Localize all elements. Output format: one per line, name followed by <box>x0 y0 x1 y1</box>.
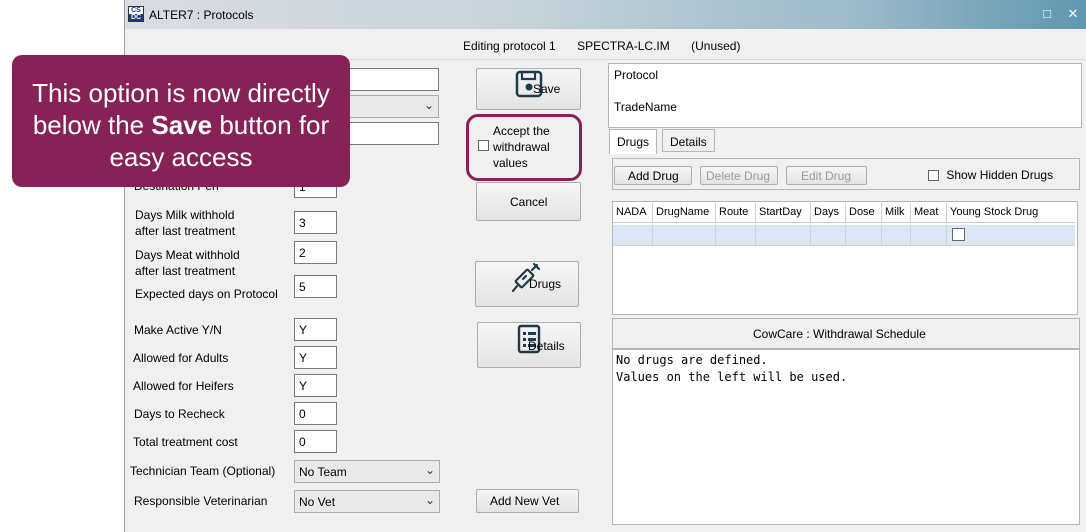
drug-toolbar: Add Drug Delete Drug Edit Drug Show Hidd… <box>612 158 1080 190</box>
app-icon: CS DC <box>128 6 144 22</box>
col-startday[interactable]: StartDay <box>756 203 811 223</box>
header-text: Editing protocol 1 SPECTRA-LC.IM (Unused… <box>463 39 758 53</box>
col-young-stock[interactable]: Young Stock Drug <box>947 203 1074 223</box>
col-nada[interactable]: NADA <box>613 203 653 223</box>
tradename-label: TradeName <box>614 100 677 114</box>
schedule-line-1: No drugs are defined. <box>616 353 768 367</box>
treatment-cost-input[interactable]: 0 <box>294 430 337 453</box>
maximize-icon[interactable]: □ <box>1039 6 1055 22</box>
treatment-cost-label: Total treatment cost <box>133 435 238 449</box>
meat-withhold-input[interactable]: 2 <box>294 241 337 264</box>
col-dose[interactable]: Dose <box>846 203 882 223</box>
protocol-label: Protocol <box>614 68 659 82</box>
tab-drugs[interactable]: Drugs <box>609 129 658 154</box>
add-new-vet-button[interactable]: Add New Vet <box>476 489 579 513</box>
veterinarian-label: Responsible Veterinarian <box>134 494 268 508</box>
veterinarian-select[interactable]: No Vet ⌄ <box>294 490 440 513</box>
meat-withhold-label: Days Meat withhold after last treatment <box>135 248 240 278</box>
cancel-button[interactable]: Cancel <box>476 182 581 221</box>
col-milk[interactable]: Milk <box>882 203 911 223</box>
days-recheck-input[interactable]: 0 <box>294 402 337 425</box>
delete-drug-button[interactable]: Delete Drug <box>700 166 778 185</box>
technician-team-label: Technician Team (Optional) <box>130 464 276 478</box>
callout-box: This option is now directly below the Sa… <box>12 55 350 187</box>
milk-withhold-input[interactable]: 3 <box>294 211 337 234</box>
allowed-adults-label: Allowed for Adults <box>133 351 229 365</box>
withdrawal-schedule-text: No drugs are defined. Values on the left… <box>612 349 1080 525</box>
window-title: ALTER7 : Protocols <box>149 8 254 22</box>
col-drugname[interactable]: DrugName <box>653 203 716 223</box>
accept-withdrawal-checkbox[interactable] <box>478 140 489 151</box>
schedule-title: CowCare : Withdrawal Schedule <box>753 327 926 341</box>
chevron-down-icon: ⌄ <box>424 463 435 477</box>
edit-drug-button[interactable]: Edit Drug <box>786 166 867 185</box>
chevron-down-icon: ⌄ <box>423 98 434 112</box>
show-hidden-drugs-control[interactable]: Show Hidden Drugs <box>928 167 1053 183</box>
technician-team-select[interactable]: No Team ⌄ <box>294 460 440 483</box>
schedule-line-2: Values on the left will be used. <box>616 370 848 384</box>
allowed-heifers-label: Allowed for Heifers <box>133 379 234 393</box>
col-route[interactable]: Route <box>716 203 756 223</box>
add-drug-button[interactable]: Add Drug <box>614 166 692 185</box>
title-bar: CS DC ALTER7 : Protocols □ ✕ <box>125 0 1086 29</box>
usage-status-label: (Unused) <box>691 39 741 53</box>
withdrawal-schedule-header: CowCare : Withdrawal Schedule <box>612 318 1080 349</box>
milk-withhold-label: Days Milk withhold after last treatment <box>135 208 236 238</box>
col-days[interactable]: Days <box>811 203 846 223</box>
editing-label: Editing protocol 1 <box>463 39 556 53</box>
drugs-button[interactable]: Drugs <box>475 261 579 307</box>
protocol-info-panel: Protocol TradeName <box>608 63 1082 128</box>
show-hidden-checkbox[interactable] <box>928 170 939 182</box>
drugs-grid-header: NADA DrugName Route StartDay Days Dose M… <box>613 203 1075 223</box>
chevron-down-icon: ⌄ <box>424 493 435 507</box>
expected-days-label: Expected days on Protocol <box>135 287 278 301</box>
allowed-adults-input[interactable]: Y <box>294 346 337 369</box>
save-button[interactable]: Save <box>476 68 581 110</box>
days-recheck-label: Days to Recheck <box>134 407 225 421</box>
close-icon[interactable]: ✕ <box>1065 6 1081 22</box>
young-stock-checkbox[interactable] <box>952 228 965 241</box>
details-button[interactable]: Details <box>477 322 581 368</box>
table-row[interactable] <box>613 225 1075 246</box>
make-active-label: Make Active Y/N <box>134 323 222 337</box>
expected-days-input[interactable]: 5 <box>294 275 337 298</box>
allowed-heifers-input[interactable]: Y <box>294 374 337 397</box>
make-active-input[interactable]: Y <box>294 318 337 341</box>
col-meat[interactable]: Meat <box>911 203 947 223</box>
protocol-name-label: SPECTRA-LC.IM <box>577 39 670 53</box>
tab-details[interactable]: Details <box>662 129 715 152</box>
